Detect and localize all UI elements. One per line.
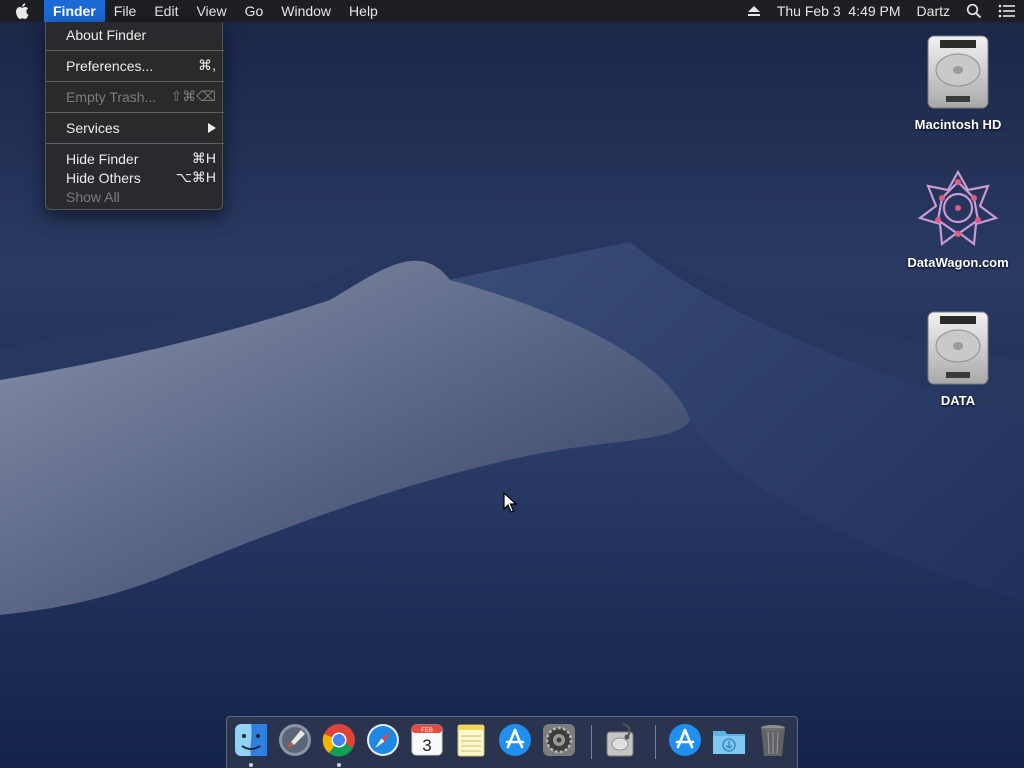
dock-separator	[655, 725, 656, 759]
menu-finder[interactable]: Finder	[44, 0, 105, 22]
dock-item-downloads[interactable]	[711, 722, 747, 758]
dock-item-safari[interactable]	[365, 722, 401, 758]
spotlight-search-icon[interactable]	[958, 0, 990, 22]
menu-item-hide-finder[interactable]: Hide Finder ⌘H	[46, 149, 224, 168]
desktop-icon-label: Macintosh HD	[914, 117, 1002, 132]
running-indicator	[249, 763, 253, 767]
menu-bar: Finder File Edit View Go Window Help Thu…	[0, 0, 1024, 22]
menu-item-preferences[interactable]: Preferences... ⌘,	[46, 56, 224, 75]
menu-separator	[46, 50, 224, 51]
calendar-day: 3	[422, 736, 431, 755]
menu-item-shortcut: ⌥⌘H	[175, 169, 216, 185]
applications-folder-icon	[669, 724, 701, 756]
dock-item-calendar[interactable]: FEB 3	[409, 722, 445, 758]
menu-item-empty-trash: Empty Trash... ⇧⌘⌫	[46, 87, 224, 106]
submenu-arrow-icon	[207, 120, 216, 136]
desktop-icon-label: DATA	[940, 393, 976, 408]
dock-item-system-preferences[interactable]	[541, 722, 577, 758]
menu-go[interactable]: Go	[236, 0, 273, 22]
safari-icon	[367, 724, 399, 756]
dock-item-disk-utility[interactable]	[601, 722, 637, 758]
user-menu[interactable]: Dartz	[909, 0, 958, 22]
menu-separator	[46, 143, 224, 144]
finder-menu-dropdown: About Finder Preferences... ⌘, Empty Tra…	[45, 22, 224, 210]
menu-item-label: Show All	[66, 188, 120, 205]
menu-item-shortcut: ⇧⌘⌫	[170, 88, 216, 104]
menu-item-label: Hide Finder	[66, 150, 139, 167]
dock-separator	[591, 725, 592, 759]
eject-icon[interactable]	[739, 0, 769, 22]
dock-item-app-store[interactable]	[497, 722, 533, 758]
running-indicator	[337, 763, 341, 767]
dock-item-launchpad[interactable]	[277, 722, 313, 758]
menu-item-label: Empty Trash...	[66, 88, 157, 105]
menu-item-label: Services	[66, 119, 120, 136]
notification-center-icon[interactable]	[990, 0, 1024, 22]
desktop-icon-data[interactable]: DATA	[903, 306, 1013, 408]
dock-item-chrome[interactable]	[321, 722, 357, 758]
calendar-month: FEB	[421, 728, 433, 734]
menu-item-shortcut: ⌘,	[198, 57, 216, 73]
calendar-icon: FEB 3	[411, 724, 443, 756]
menubar-status-area: Thu Feb 3 4:49 PM Dartz	[739, 0, 1024, 22]
menu-separator	[46, 112, 224, 113]
hard-drive-icon	[927, 311, 989, 385]
menu-item-about-finder[interactable]: About Finder	[46, 25, 224, 44]
menu-separator	[46, 81, 224, 82]
menu-item-shortcut: ⌘H	[191, 150, 216, 166]
dock-item-finder[interactable]	[233, 722, 269, 758]
apple-icon[interactable]	[0, 0, 44, 22]
desktop-icon-datawagon[interactable]: DataWagon.com	[903, 168, 1013, 270]
app-store-icon	[499, 724, 531, 756]
menu-item-label: About Finder	[66, 26, 147, 43]
clock[interactable]: Thu Feb 3 4:49 PM	[769, 0, 909, 22]
dock-item-notes[interactable]	[453, 722, 489, 758]
menu-view[interactable]: View	[187, 0, 235, 22]
trash-icon	[761, 725, 785, 756]
finder-icon	[235, 724, 267, 756]
desktop[interactable]: Finder File Edit View Go Window Help Thu…	[0, 0, 1024, 768]
desktop-icon-label: DataWagon.com	[907, 255, 1009, 270]
downloads-folder-icon	[713, 731, 745, 754]
dock: FEB 3	[226, 716, 798, 768]
chrome-icon	[322, 724, 355, 757]
mouse-cursor-icon	[503, 492, 517, 513]
menu-edit[interactable]: Edit	[145, 0, 187, 22]
menu-file[interactable]: File	[105, 0, 146, 22]
disk-utility-icon	[606, 723, 634, 757]
menu-help[interactable]: Help	[340, 0, 387, 22]
menu-item-services[interactable]: Services	[46, 118, 224, 137]
datawagon-logo-icon	[917, 169, 999, 247]
menu-item-hide-others[interactable]: Hide Others ⌥⌘H	[46, 168, 224, 187]
menu-item-label: Preferences...	[66, 57, 154, 74]
launchpad-icon	[279, 724, 311, 756]
dock-item-applications[interactable]	[667, 722, 703, 758]
menu-item-show-all: Show All	[46, 187, 224, 206]
system-preferences-icon	[543, 724, 575, 756]
hard-drive-icon	[927, 35, 989, 109]
menu-window[interactable]: Window	[272, 0, 340, 22]
dock-item-trash[interactable]	[755, 722, 791, 758]
notes-icon	[457, 724, 485, 757]
menu-item-label: Hide Others	[66, 169, 141, 186]
desktop-icon-macintosh-hd[interactable]: Macintosh HD	[903, 30, 1013, 132]
